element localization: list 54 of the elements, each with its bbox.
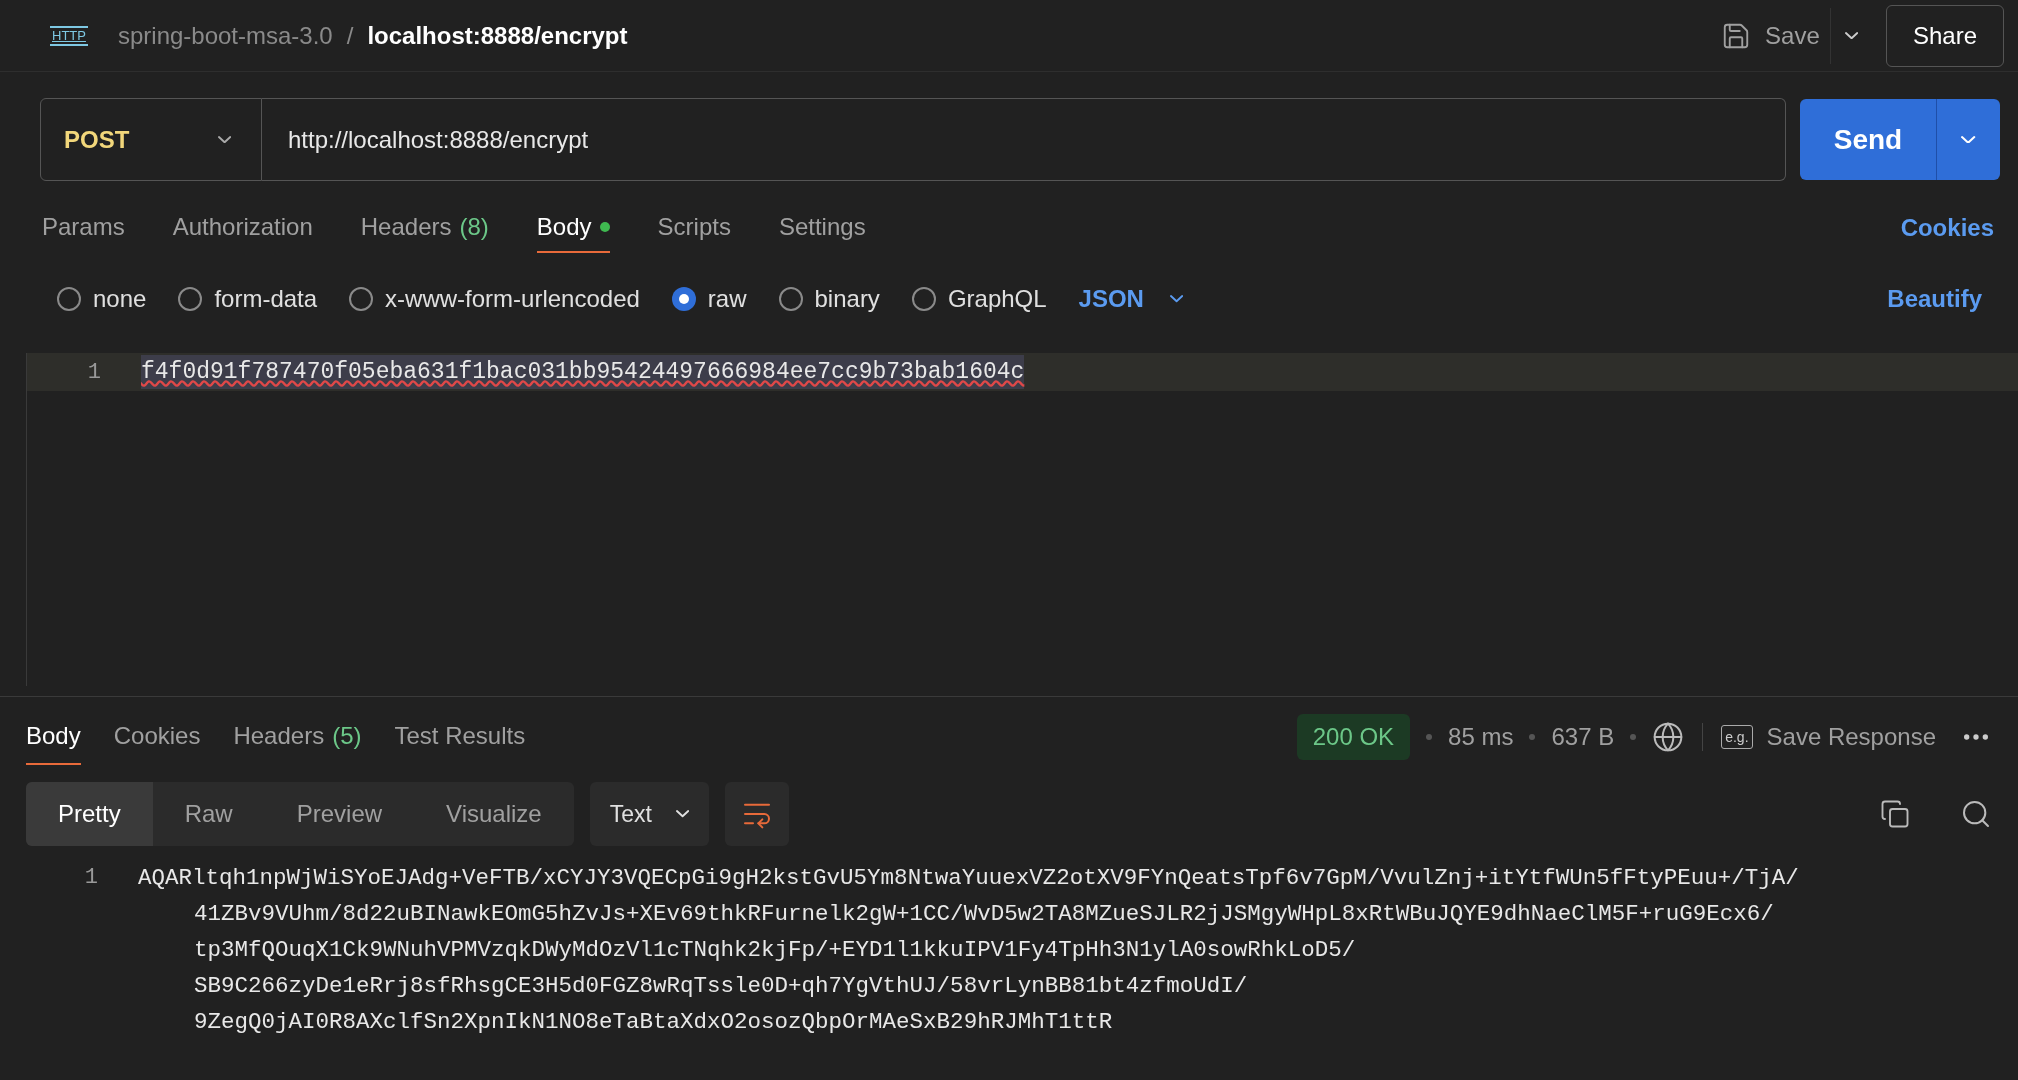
method-dropdown[interactable]: POST: [40, 98, 262, 181]
breadcrumb-separator: /: [346, 20, 354, 51]
view-mode-tab[interactable]: Pretty: [26, 782, 153, 846]
body-type-radio[interactable]: GraphQL: [911, 281, 1047, 317]
response-size: 637 B: [1551, 722, 1615, 752]
example-icon: e.g.: [1721, 725, 1753, 749]
format-dropdown[interactable]: JSON: [1078, 281, 1184, 317]
request-tab[interactable]: Body: [536, 203, 610, 253]
code-text: SB9C266zyDe1eRrj8sfRhsgCE3H5d0FGZ8wRqTssle0D+qh7YgVthUJ/58vrLynBB81bt4zfmoUdI/: [193, 972, 1249, 1001]
response-time: 85 ms: [1448, 722, 1514, 752]
request-name: localhost:8888/encrypt: [367, 20, 628, 51]
request-tab[interactable]: Headers (8): [360, 203, 489, 253]
url-field[interactable]: http://localhost:8888/encrypt: [262, 98, 1786, 181]
view-mode-tab[interactable]: Preview: [264, 782, 415, 846]
request-tab[interactable]: Authorization: [172, 203, 313, 253]
body-type-radio[interactable]: none: [57, 281, 147, 317]
view-mode-tab[interactable]: Visualize: [414, 782, 574, 846]
beautify-link[interactable]: Beautify: [1887, 281, 1982, 317]
response-tab[interactable]: Headers (5): [233, 709, 362, 765]
save-response-button[interactable]: e.g. Save Response: [1721, 719, 1936, 755]
save-button[interactable]: Save: [1711, 7, 1830, 64]
body-type-radio[interactable]: form-data: [178, 281, 318, 317]
copy-icon[interactable]: [1880, 799, 1910, 829]
view-mode-tab[interactable]: Raw: [152, 782, 265, 846]
send-button[interactable]: Send: [1800, 99, 1936, 180]
chevron-down-icon: [1961, 135, 1976, 144]
code-text: AQARltqh1npWjWiSYoEJAdg+VeFTB/xCYJY3VQECpGi9gH2kstGvU5Ym8NtwaYuuexVZ2otXV9FYnQeatsTpf6v7GpM/VvulZnj+itYtfWUn5fFtyPEuu+/TjA/: [138, 864, 1799, 893]
response-tab[interactable]: Body: [26, 709, 81, 765]
request-tab[interactable]: Settings: [778, 203, 866, 253]
search-icon[interactable]: [1960, 798, 1992, 830]
line-number: 1: [83, 864, 98, 892]
code-text: tp3MfQOuqX1Ck9WNuhVPMVzqkDWyMdOzVl1cTNqhk2kjFp/+EYD1l1kkuIPV1Fy4TpHh3N1ylA0sowRhkLoD5/: [193, 936, 1357, 965]
response-format-dropdown[interactable]: Text: [589, 782, 710, 846]
code-text: f4f0d91f787470f05eba631f1bac031bb95424497666984ee7cc9b73bab1604c: [141, 354, 1025, 390]
request-tab[interactable]: Scripts: [657, 203, 731, 253]
wrap-button[interactable]: [725, 782, 790, 846]
collection-name[interactable]: spring-boot-msa-3.0: [117, 17, 333, 54]
code-text: 41ZBv9VUhm/8d22uBINawkEOmG5hZvJs+XEv69thkRFurnelk2gW+1CC/WvD5w2TA8MZueSJLR2jJSMgyWHpL8xRtWBuJQYE9dhNaeClM5F+ruG9Ecx6/: [193, 900, 1775, 929]
globe-icon[interactable]: [1652, 721, 1685, 753]
response-tab[interactable]: Test Results: [394, 709, 526, 765]
body-type-radio[interactable]: binary: [778, 281, 880, 317]
code-text: 9ZegQ0jAI0R8AXclfSn2XpnIkN1NO8eTaBtaXdxO2osozQbpOrMAeSxB29hRJMhT1ttR: [193, 1008, 1114, 1037]
body-type-radio[interactable]: x-www-form-urlencoded: [349, 281, 640, 317]
line-number: 1: [86, 358, 101, 387]
share-button[interactable]: Share: [1885, 4, 2004, 67]
body-type-radio[interactable]: raw: [671, 281, 747, 317]
request-tab[interactable]: Params: [42, 203, 125, 253]
chevron-down-icon: [217, 135, 231, 144]
cookies-link[interactable]: Cookies: [1900, 210, 1994, 246]
response-tab[interactable]: Cookies: [113, 709, 201, 765]
status-badge: 200 OK: [1296, 714, 1411, 760]
chevron-down-icon: [675, 810, 690, 818]
chevron-down-icon: [1844, 31, 1858, 40]
chevron-down-icon: [1169, 295, 1184, 303]
